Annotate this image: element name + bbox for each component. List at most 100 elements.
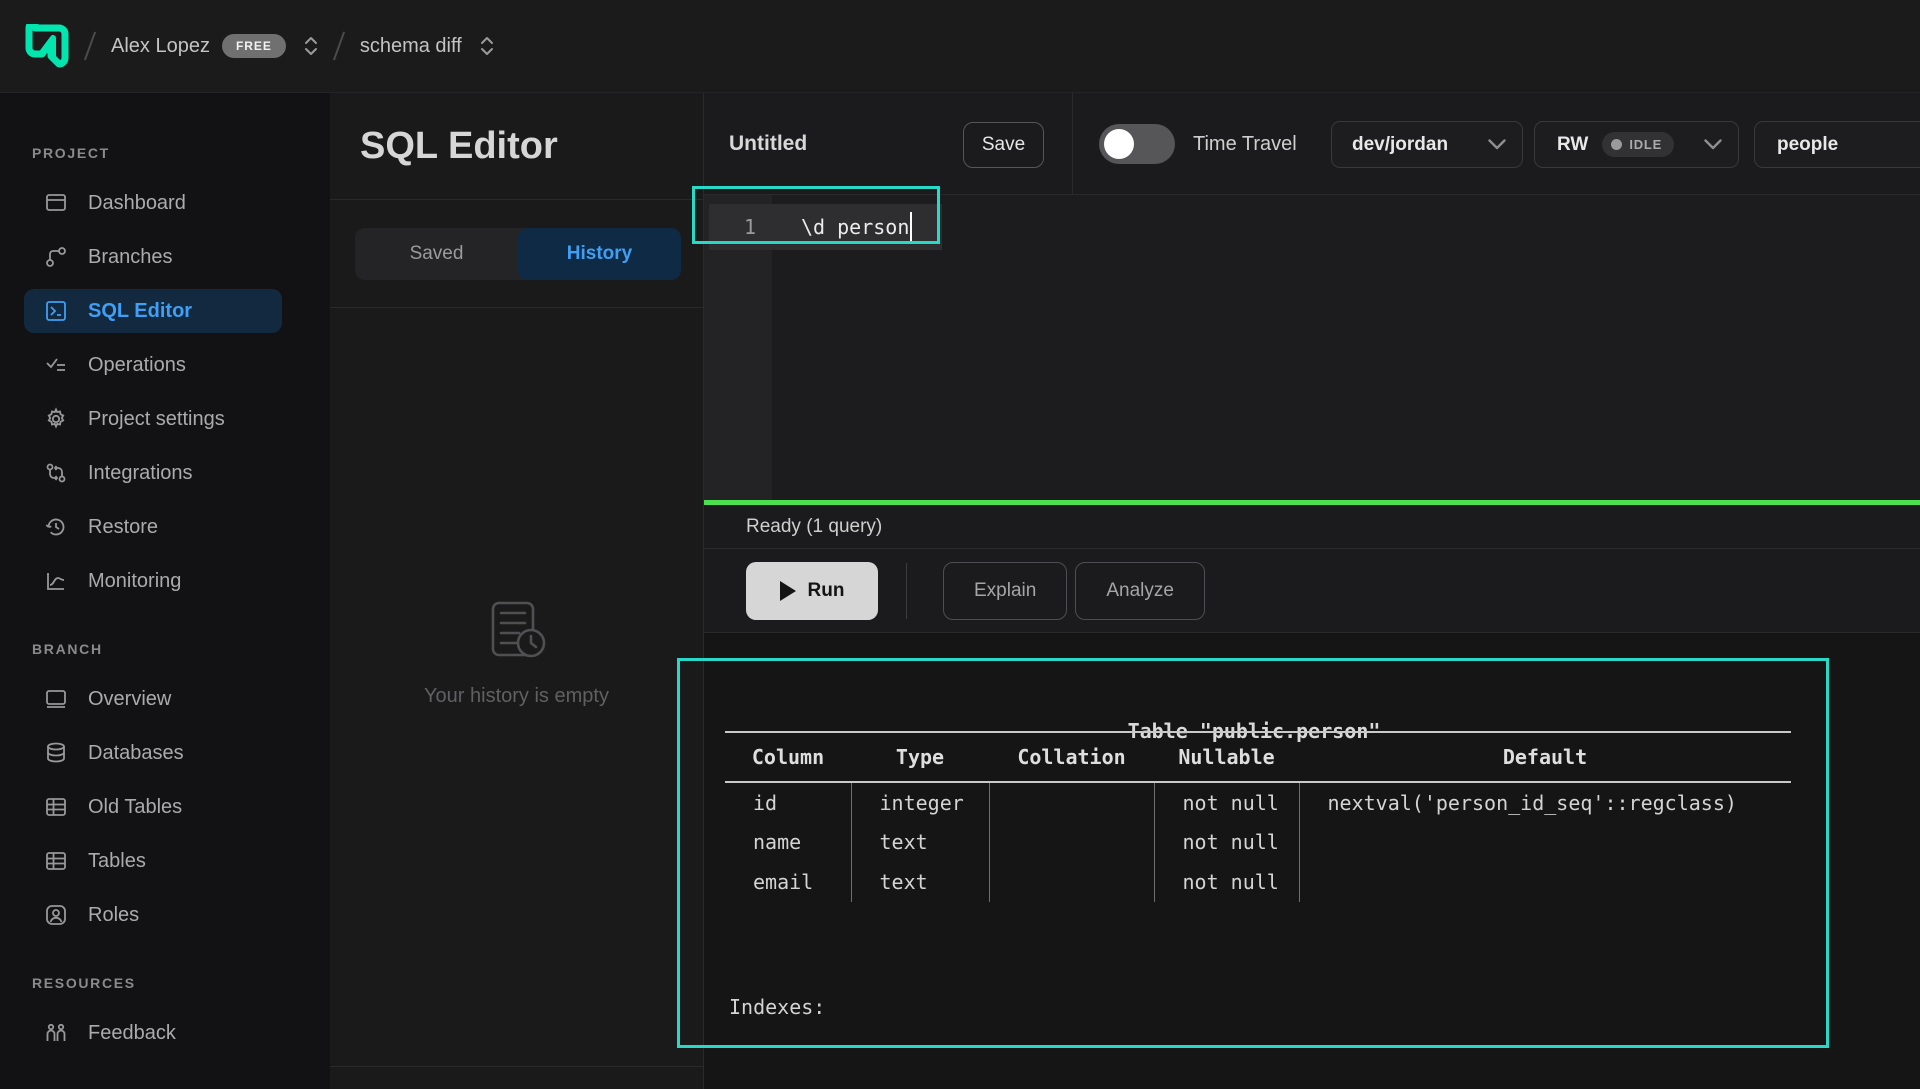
page-title: SQL Editor xyxy=(360,125,558,168)
sidebar-item-operations[interactable]: Operations xyxy=(24,343,282,387)
compute-select[interactable]: RW IDLE xyxy=(1534,121,1739,168)
sidebar-item-sql-editor[interactable]: SQL Editor xyxy=(24,289,282,333)
database-select-value: people xyxy=(1777,134,1838,156)
sidebar-item-branches[interactable]: Branches xyxy=(24,235,282,279)
chevron-down-icon xyxy=(1704,139,1722,150)
query-title[interactable]: Untitled xyxy=(729,132,807,156)
explain-button[interactable]: Explain xyxy=(943,562,1067,620)
feedback-people-icon xyxy=(44,1021,68,1045)
history-empty-state: Your history is empty xyxy=(330,593,703,708)
sidebar-item-monitoring[interactable]: Monitoring xyxy=(24,559,282,603)
sidebar-item-label: Roles xyxy=(88,904,139,927)
code-editor[interactable]: 1 \d person xyxy=(704,195,1920,500)
results-header-row: Column Type Collation Nullable Default xyxy=(725,732,1791,782)
history-panel: SQL Editor Saved History Your history is… xyxy=(330,93,703,1089)
cell: nextval('person_id_seq'::regclass) xyxy=(1299,782,1791,822)
cell: integer xyxy=(851,782,989,822)
table-icon xyxy=(44,849,68,873)
empty-history-icon xyxy=(479,593,555,669)
status-badge-label: IDLE xyxy=(1629,137,1662,152)
sidebar: PROJECT Dashboard Branches SQL Editor Op… xyxy=(0,93,330,1089)
sidebar-item-tables[interactable]: Tables xyxy=(24,839,282,883)
save-button[interactable]: Save xyxy=(963,122,1044,168)
database-select[interactable]: people xyxy=(1754,121,1920,168)
sidebar-item-label: Old Tables xyxy=(88,796,182,819)
panel-divider xyxy=(330,1066,703,1067)
run-button[interactable]: Run xyxy=(746,562,878,620)
sidebar-item-label: Project settings xyxy=(88,408,225,431)
sidebar-item-old-tables[interactable]: Old Tables xyxy=(24,785,282,829)
results-indexes: Indexes: "person_pkey" PRIMARY KEY, btre… xyxy=(729,907,1403,1089)
column-header: Nullable xyxy=(1154,732,1299,782)
empty-history-text: Your history is empty xyxy=(424,685,609,708)
sidebar-item-label: SQL Editor xyxy=(88,300,192,323)
time-travel-label: Time Travel xyxy=(1193,93,1297,195)
sidebar-item-label: Tables xyxy=(88,850,146,873)
sidebar-item-integrations[interactable]: Integrations xyxy=(24,451,282,495)
sidebar-section-project: PROJECT xyxy=(32,145,330,161)
play-icon xyxy=(780,581,796,601)
neon-logo-icon[interactable] xyxy=(25,24,69,68)
column-header: Type xyxy=(851,732,989,782)
cell: not null xyxy=(1154,782,1299,822)
chevron-updown-icon[interactable] xyxy=(480,36,494,56)
top-bar: Alex Lopez FREE schema diff xyxy=(0,0,1920,93)
sql-editor-panel: Untitled Save Time Travel dev/jordan RW … xyxy=(703,93,1920,1089)
project-name: schema diff xyxy=(360,35,462,58)
code-line[interactable]: \d person xyxy=(801,215,909,239)
breadcrumb-separator xyxy=(84,32,96,61)
plan-badge: FREE xyxy=(222,34,286,58)
operations-icon xyxy=(44,353,68,377)
sidebar-item-dashboard[interactable]: Dashboard xyxy=(24,181,282,225)
table-icon xyxy=(44,795,68,819)
toggle-knob xyxy=(1104,129,1134,159)
branch-select-value: dev/jordan xyxy=(1352,134,1448,156)
sidebar-item-roles[interactable]: Roles xyxy=(24,893,282,937)
breadcrumb-project[interactable]: schema diff xyxy=(360,35,494,58)
sidebar-item-label: Dashboard xyxy=(88,192,186,215)
sidebar-item-restore[interactable]: Restore xyxy=(24,505,282,549)
sidebar-item-label: Monitoring xyxy=(88,570,181,593)
text-cursor xyxy=(910,212,912,242)
status-bar: Ready (1 query) xyxy=(704,505,1920,549)
cell: not null xyxy=(1154,822,1299,862)
integrations-icon xyxy=(44,461,68,485)
sidebar-section-resources: RESOURCES xyxy=(32,975,330,991)
cell: text xyxy=(851,862,989,902)
restore-clock-icon xyxy=(44,515,68,539)
tab-saved[interactable]: Saved xyxy=(355,228,518,280)
cell xyxy=(989,822,1154,862)
sidebar-section-branch: BRANCH xyxy=(32,641,330,657)
cell xyxy=(1299,822,1791,862)
tab-history[interactable]: History xyxy=(518,228,681,280)
sidebar-item-label: Feedback xyxy=(88,1022,176,1045)
sidebar-item-label: Integrations xyxy=(88,462,193,485)
column-header: Default xyxy=(1299,732,1791,782)
table-row: id integer not null nextval('person_id_s… xyxy=(725,782,1791,822)
dashboard-icon xyxy=(44,191,68,215)
sidebar-item-databases[interactable]: Databases xyxy=(24,731,282,775)
sql-editor-icon xyxy=(44,299,68,323)
cell: not null xyxy=(1154,862,1299,902)
sidebar-item-project-settings[interactable]: Project settings xyxy=(24,397,282,441)
cell xyxy=(989,862,1154,902)
sidebar-item-feedback[interactable]: Feedback xyxy=(24,1011,282,1055)
column-header: Column xyxy=(725,732,851,782)
time-travel-toggle[interactable] xyxy=(1099,124,1175,164)
database-icon xyxy=(44,741,68,765)
breadcrumb-account[interactable]: Alex Lopez FREE xyxy=(111,34,318,58)
saved-history-tabs: Saved History xyxy=(355,228,681,280)
branches-icon xyxy=(44,245,68,269)
sidebar-item-overview[interactable]: Overview xyxy=(24,677,282,721)
line-number: 1 xyxy=(704,215,756,239)
chevron-updown-icon[interactable] xyxy=(304,36,318,56)
header-divider xyxy=(1072,93,1073,194)
branch-select[interactable]: dev/jordan xyxy=(1331,121,1523,168)
cell: email xyxy=(725,862,851,902)
table-row: email text not null xyxy=(725,862,1791,902)
status-text: Ready (1 query) xyxy=(746,516,882,538)
analyze-button[interactable]: Analyze xyxy=(1075,562,1205,620)
cell xyxy=(1299,862,1791,902)
account-name: Alex Lopez xyxy=(111,35,210,58)
sidebar-item-label: Restore xyxy=(88,516,158,539)
